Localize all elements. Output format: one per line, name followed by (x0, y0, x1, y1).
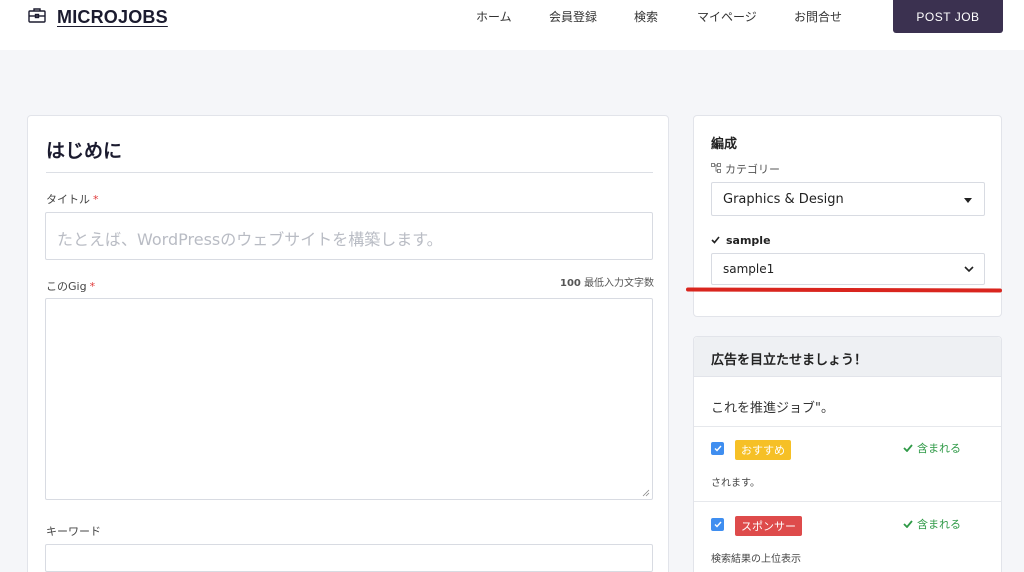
title-label: タイトル * (46, 191, 99, 207)
keyword-label: キーワード (46, 525, 101, 538)
min-chars-number: 100 (560, 278, 581, 289)
composition-title: 編成 (711, 137, 738, 152)
required-mark: * (93, 193, 99, 206)
category-label-text: カテゴリー (725, 163, 780, 176)
sample-label-text: sample (726, 234, 771, 247)
promotion-divider (694, 501, 1001, 502)
nav-mypage[interactable]: マイページ (697, 8, 757, 25)
top-header: MICROJOBS ホーム 会員登録 検索 マイページ お問合せ POST JO… (0, 0, 1024, 50)
gig-description-textarea[interactable] (45, 298, 653, 500)
caret-down-icon (964, 198, 972, 203)
promotion-title: 広告を目立たせましょう！ (711, 353, 868, 368)
category-selected-value: Graphics & Design (723, 191, 844, 207)
resize-grip-icon[interactable] (642, 489, 650, 497)
sample-select[interactable]: sample1 (711, 253, 985, 285)
nav-contact[interactable]: お問合せ (794, 8, 842, 25)
title-label-text: タイトル (46, 193, 90, 206)
section-title: はじめに (46, 140, 123, 162)
intro-form-card: はじめに タイトル * たとえば、WordPressのウェブサイトを構築します。 … (27, 115, 669, 572)
gig-label: このGig * (46, 278, 95, 294)
check-icon (714, 445, 722, 452)
check-icon (711, 234, 720, 247)
featured-included: 含まれる (903, 440, 961, 456)
brand-logo[interactable]: MICROJOBS (27, 5, 168, 29)
check-icon (903, 444, 913, 452)
brand-name: MICROJOBS (57, 6, 168, 27)
sitemap-icon (711, 162, 721, 176)
category-label: カテゴリー (711, 161, 780, 177)
featured-checkbox[interactable] (711, 442, 724, 455)
promotion-intro: これを推進ジョブ"。 (711, 401, 834, 416)
promotion-card: 広告を目立たせましょう！ これを推進ジョブ"。 おすすめ 含まれる されます。 … (693, 336, 1002, 572)
promotion-divider (694, 426, 1001, 427)
nav-home[interactable]: ホーム (476, 8, 512, 25)
featured-description: されます。 (711, 478, 760, 489)
briefcase-icon (27, 5, 47, 29)
category-select[interactable]: Graphics & Design (711, 182, 985, 216)
required-mark: * (89, 280, 96, 293)
nav-register[interactable]: 会員登録 (549, 8, 597, 25)
title-input[interactable]: たとえば、WordPressのウェブサイトを構築します。 (45, 212, 653, 260)
promotion-header: 広告を目立たせましょう！ (694, 337, 1001, 377)
sponsor-description: 検索結果の上位表示 (711, 554, 801, 565)
included-text: 含まれる (917, 442, 961, 455)
check-icon (903, 520, 913, 528)
section-divider (46, 172, 653, 173)
nav-search[interactable]: 検索 (634, 8, 658, 25)
min-chars-hint: 100 最低入力文字数 (560, 274, 654, 289)
sponsor-checkbox[interactable] (711, 518, 724, 531)
post-job-button[interactable]: POST JOB (893, 0, 1003, 33)
keyword-input[interactable] (45, 544, 653, 572)
gig-label-text: このGig (46, 280, 87, 293)
sample-selected-value: sample1 (723, 262, 775, 276)
sponsor-badge: スポンサー (735, 516, 802, 536)
sponsor-included: 含まれる (903, 516, 961, 532)
featured-badge: おすすめ (735, 440, 791, 460)
check-icon (714, 521, 722, 528)
chevron-down-icon (964, 266, 974, 273)
included-text: 含まれる (917, 518, 961, 531)
min-chars-text: 最低入力文字数 (584, 278, 655, 289)
sample-label: sample (711, 234, 771, 247)
title-placeholder: たとえば、WordPressのウェブサイトを構築します。 (57, 230, 443, 249)
